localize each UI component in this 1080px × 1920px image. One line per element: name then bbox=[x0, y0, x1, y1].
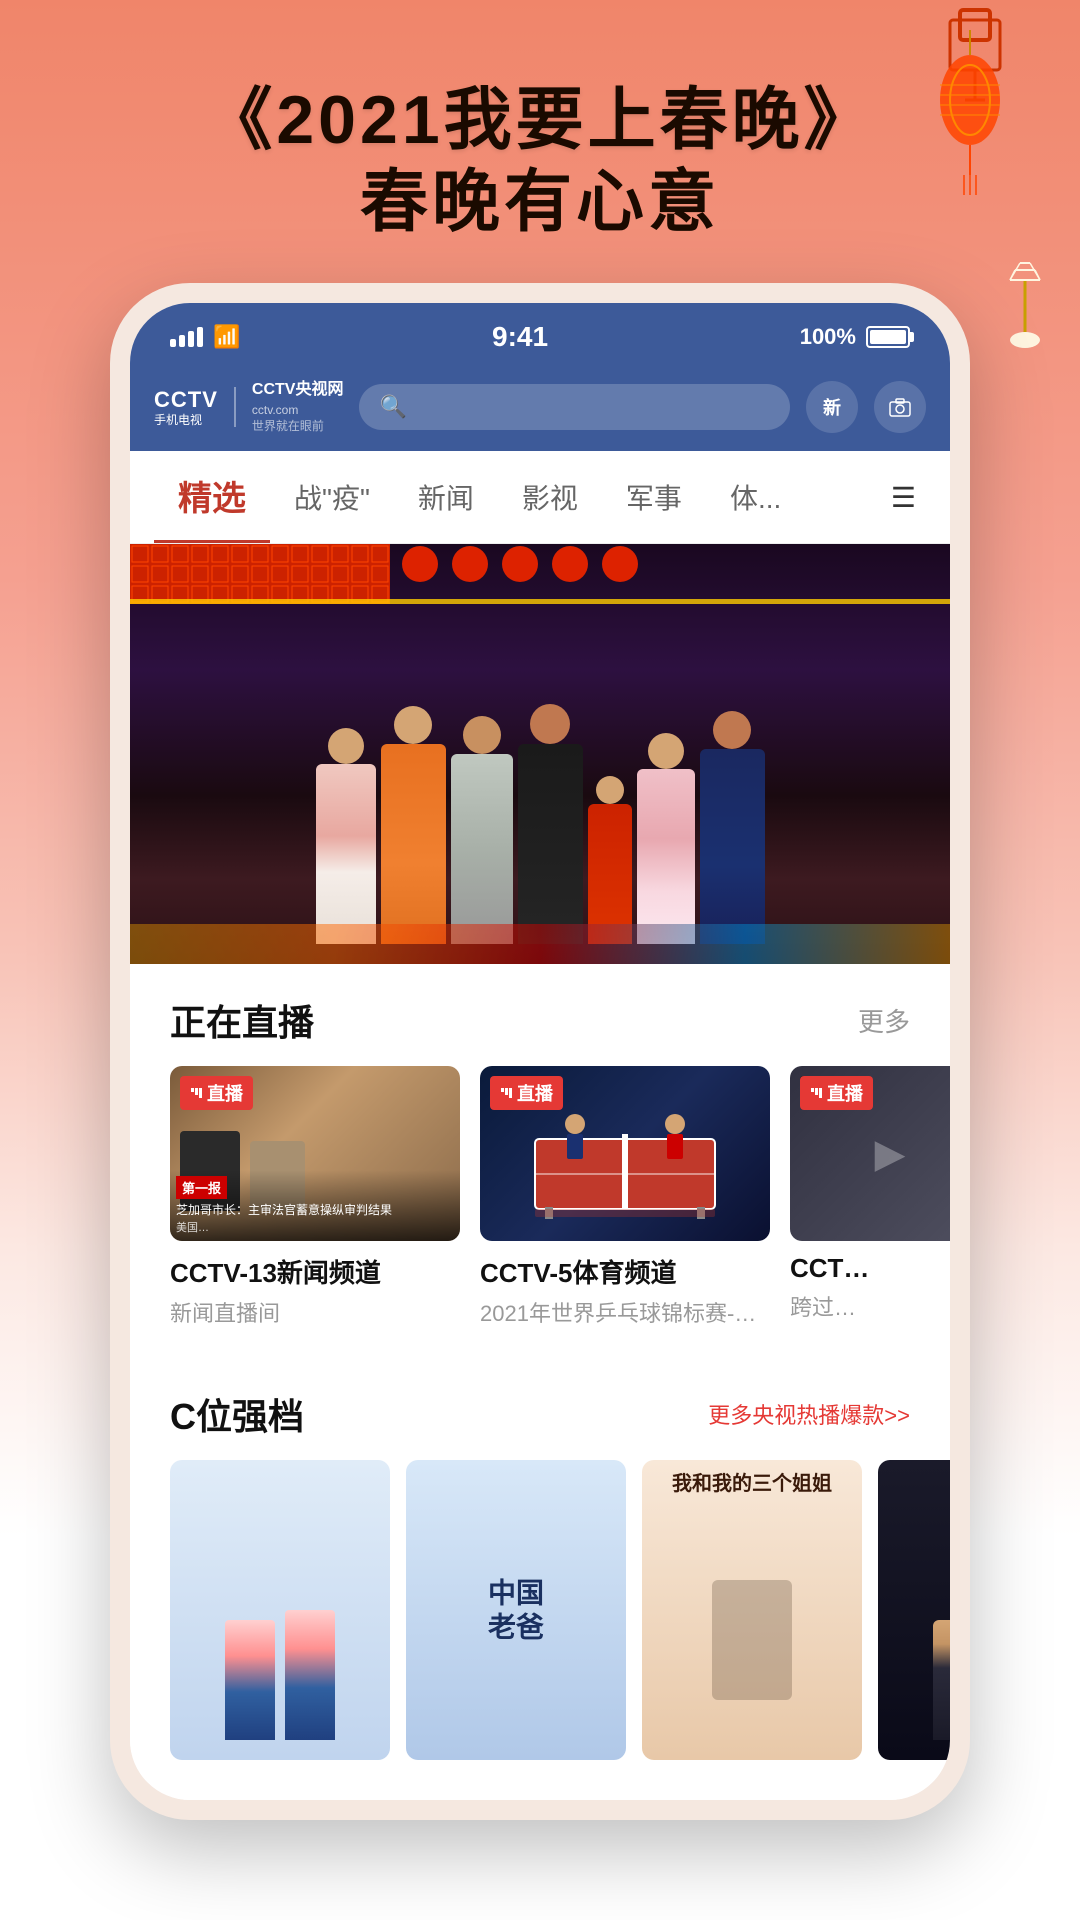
logo-divider bbox=[234, 387, 236, 427]
new-icon-button[interactable]: 新 bbox=[806, 381, 858, 433]
live-card-cctv5[interactable]: 直播 CCTV-5体育频道 2021年世界乒乓球锦标赛-… bbox=[480, 1066, 770, 1328]
live-card-thumb-third: ▶ CCTV 直播 bbox=[790, 1066, 950, 1241]
cctv-tagline: 世界就在眼前 bbox=[252, 418, 344, 435]
tab-xinwen[interactable]: 新闻 bbox=[394, 457, 498, 537]
live-card-thumb-cctv5: 直播 bbox=[480, 1066, 770, 1241]
cctv-logo: CCTV 手机电视 bbox=[154, 387, 218, 428]
live-card-cctv13-sub: 新闻直播间 bbox=[170, 1296, 460, 1328]
live-card-cctv5-title: CCTV-5体育频道 bbox=[480, 1253, 770, 1290]
tab-junshi[interactable]: 军事 bbox=[602, 457, 706, 537]
live-section-header: 正在直播 更多 bbox=[130, 964, 950, 1066]
live-card-cctv13-title: CCTV-13新闻频道 bbox=[170, 1253, 460, 1290]
drama-thumb-1 bbox=[170, 1460, 390, 1760]
tab-zhanyi[interactable]: 战"疫" bbox=[270, 457, 394, 537]
drama-thumb-2: 中国 老爸 bbox=[406, 1460, 626, 1760]
drama-card-4[interactable] bbox=[878, 1460, 950, 1760]
live-card-third-title: CCT… bbox=[790, 1253, 950, 1284]
live-section-more[interactable]: 更多 bbox=[858, 1002, 910, 1039]
live-badge-cctv13: 直播 bbox=[180, 1076, 253, 1110]
stage-performers bbox=[130, 544, 950, 964]
search-icon: 🔍 bbox=[379, 394, 406, 420]
tab-more-category[interactable]: 体... bbox=[706, 457, 805, 537]
main-video-banner[interactable] bbox=[130, 544, 950, 964]
live-card-cctv5-sub: 2021年世界乒乓球锦标赛-… bbox=[480, 1296, 770, 1328]
c-section-header: C位强档 更多央视热播爆款>> bbox=[130, 1358, 950, 1460]
content-cards-scroll: 中国 老爸 我和我的三个姐姐 bbox=[130, 1460, 950, 1800]
search-bar[interactable]: 🔍 bbox=[359, 384, 790, 430]
cctv-com-logo: CCTV央视网 cctv.com 世界就在眼前 bbox=[252, 379, 344, 435]
cctv-logo-sub: 手机电视 bbox=[154, 413, 218, 427]
live-card-third-sub: 跨过… bbox=[790, 1290, 950, 1322]
tab-bar: 精选 战"疫" 新闻 影视 军事 体... ☰ bbox=[130, 451, 950, 544]
drama-card-3[interactable]: 我和我的三个姐姐 bbox=[642, 1460, 862, 1760]
cctv-com-url: cctv.com bbox=[252, 402, 344, 419]
live-card-cctv13[interactable]: 第一报 芝加哥市长：主审法官蓄意操纵审判结果 美国… 直播 CCTV-13新闻频… bbox=[170, 1066, 460, 1328]
drama-thumb-4 bbox=[878, 1460, 950, 1760]
live-badge-text-third: 直播 bbox=[827, 1080, 863, 1106]
battery-icon bbox=[866, 326, 910, 348]
tab-jingxuan[interactable]: 精选 bbox=[154, 451, 270, 543]
live-badge-text-5: 直播 bbox=[517, 1080, 553, 1106]
status-time: 9:41 bbox=[492, 321, 548, 353]
c-section-title: C位强档 bbox=[170, 1388, 304, 1440]
app-navbar: CCTV 手机电视 CCTV央视网 cctv.com 世界就在眼前 🔍 新 bbox=[130, 363, 950, 451]
status-bar: 📶 9:41 100% bbox=[130, 303, 950, 363]
drama-card-2[interactable]: 中国 老爸 bbox=[406, 1460, 626, 1760]
live-badge-cctv5: 直播 bbox=[490, 1076, 563, 1110]
content-section: 正在直播 更多 bbox=[130, 964, 950, 1800]
c-section-more[interactable]: 更多央视热播爆款>> bbox=[708, 1398, 910, 1430]
drama-thumb-3: 我和我的三个姐姐 bbox=[642, 1460, 862, 1760]
live-card-cctv-third[interactable]: ▶ CCTV 直播 CCT… 跨过… bbox=[790, 1066, 950, 1328]
new-badge: 新 bbox=[823, 394, 841, 420]
live-badge-text: 直播 bbox=[207, 1080, 243, 1106]
live-card-thumb-cctv13: 第一报 芝加哥市长：主审法官蓄意操纵审判结果 美国… 直播 bbox=[170, 1066, 460, 1241]
signal-icon bbox=[170, 327, 203, 347]
nav-icons: 新 bbox=[806, 381, 926, 433]
live-section-title: 正在直播 bbox=[170, 994, 314, 1046]
wifi-icon: 📶 bbox=[213, 324, 240, 350]
camera-icon-button[interactable] bbox=[874, 381, 926, 433]
tab-yingshi[interactable]: 影视 bbox=[498, 457, 602, 537]
drama-card-1[interactable] bbox=[170, 1460, 390, 1760]
live-badge-third: 直播 bbox=[800, 1076, 873, 1110]
cctv-com-name: CCTV央视网 bbox=[252, 379, 344, 401]
battery-text: 100% bbox=[800, 324, 856, 350]
tab-menu-icon[interactable]: ☰ bbox=[881, 461, 926, 534]
live-cards-scroll: 第一报 芝加哥市长：主审法官蓄意操纵审判结果 美国… 直播 CCTV-13新闻频… bbox=[130, 1066, 950, 1358]
cctv-logo-main: CCTV bbox=[154, 387, 218, 413]
phone-mockup: 📶 9:41 100% CCTV 手机电视 CCTV央视网 bbox=[110, 283, 970, 1820]
